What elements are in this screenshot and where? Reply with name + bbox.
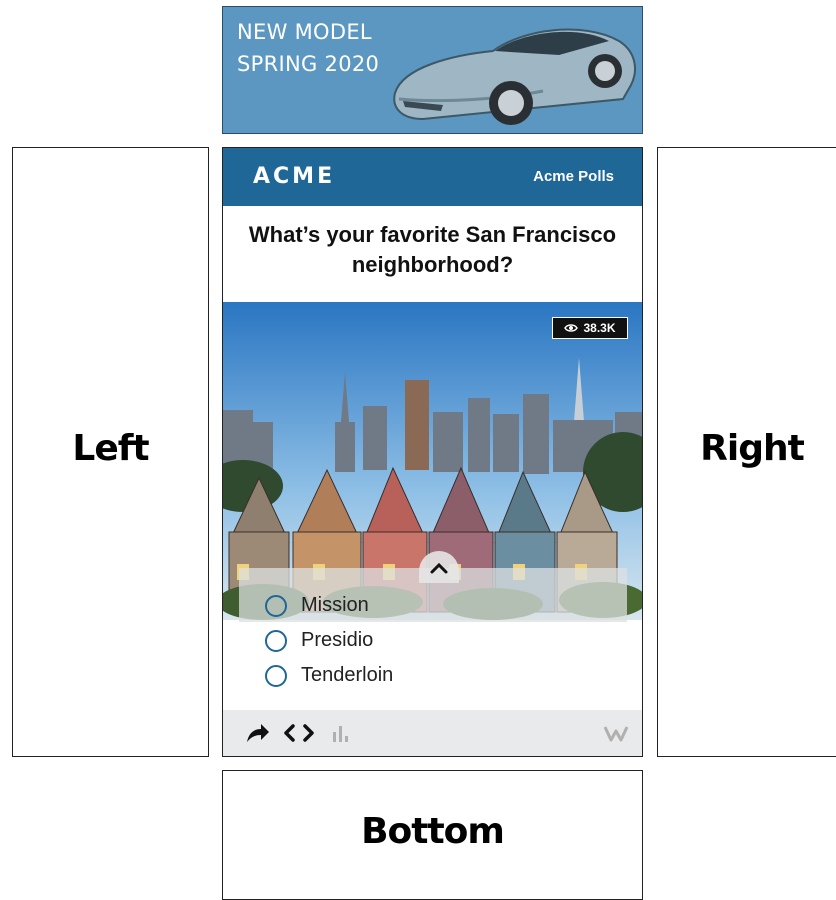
poll-option[interactable]: Tenderloin — [265, 664, 393, 687]
radio-icon[interactable] — [265, 594, 287, 617]
poll-option[interactable]: Mission — [265, 594, 369, 617]
car-icon — [393, 28, 636, 125]
poll-option-label: Tenderloin — [301, 664, 394, 686]
left-placement: Left — [12, 147, 209, 757]
right-placement: Right — [657, 147, 836, 757]
view-count-badge: 38.3K — [552, 317, 628, 339]
right-placement-label: Right — [700, 428, 805, 469]
left-placement-label: Left — [72, 428, 149, 469]
bottom-placement: Bottom — [222, 770, 643, 900]
widget-footer — [223, 710, 642, 756]
poll-option-label: Presidio — [301, 629, 374, 651]
ad-headline: NEW MODEL — [237, 20, 372, 44]
view-count: 38.3K — [583, 321, 616, 335]
brand-w-icon — [603, 726, 629, 742]
collapse-options-button[interactable] — [419, 551, 459, 583]
poll-option[interactable]: Presidio — [265, 629, 373, 652]
poll-question: What’s your favorite San Francisco neigh… — [248, 222, 617, 277]
brand-logo: ACME — [253, 164, 336, 189]
share-icon[interactable] — [245, 722, 271, 744]
ad-subheadline: SPRING 2020 — [237, 52, 380, 76]
bottom-placement-label: Bottom — [361, 811, 505, 852]
radio-icon[interactable] — [265, 664, 287, 687]
poll-option-label: Mission — [301, 594, 369, 616]
radio-icon[interactable] — [265, 629, 287, 652]
chevron-up-icon — [430, 562, 448, 574]
acme-polls-link[interactable]: Acme Polls — [533, 168, 614, 185]
eye-icon — [564, 324, 579, 332]
embed-icon[interactable] — [283, 722, 315, 744]
widget-header: ACME Acme Polls — [223, 148, 642, 206]
poll-widget: ACME Acme Polls What’s your favorite San… — [222, 147, 643, 757]
results-icon[interactable] — [331, 722, 351, 744]
ad-banner[interactable]: NEW MODEL SPRING 2020 — [222, 6, 643, 134]
